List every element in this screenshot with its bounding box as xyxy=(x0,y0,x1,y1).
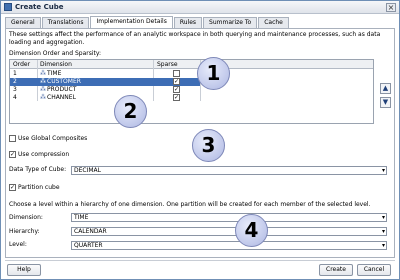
tab-cache[interactable]: Cache xyxy=(258,17,289,28)
dimension-icon: ⁂ xyxy=(40,77,46,85)
table-row[interactable]: 3 ⁂PRODUCT ✓ xyxy=(10,86,200,94)
window-title: Create Cube xyxy=(15,3,64,11)
dimension-icon: ⁂ xyxy=(40,93,46,101)
app-icon xyxy=(4,3,12,11)
order-cell: 2 xyxy=(13,78,17,85)
title-bar: Create Cube × xyxy=(1,1,399,14)
dimension-name: CHANNEL xyxy=(47,94,76,101)
create-button[interactable]: Create xyxy=(319,264,353,276)
chevron-down-icon: ▾ xyxy=(381,214,385,221)
dimension-cell: ⁂TIME xyxy=(40,70,61,78)
hierarchy-select[interactable]: CALENDAR ▾ xyxy=(71,227,387,236)
table-row-selected[interactable]: 2 ⁂CUSTOMER ✓ xyxy=(10,78,200,86)
dimension-name: TIME xyxy=(47,70,62,77)
partition-label: Partition cube xyxy=(18,184,60,191)
cancel-button[interactable]: Cancel xyxy=(357,264,391,276)
level-select[interactable]: QUARTER ▾ xyxy=(71,241,387,250)
partition-dimension-value: TIME xyxy=(74,214,89,221)
sparse-checkbox[interactable]: ✓ xyxy=(173,94,180,101)
dimension-cell: ⁂PRODUCT xyxy=(40,86,76,94)
chevron-down-icon: ▾ xyxy=(381,167,385,174)
level-label: Level: xyxy=(9,241,27,248)
hierarchy-value: CALENDAR xyxy=(74,228,107,235)
tab-translations[interactable]: Translations xyxy=(41,17,90,28)
sparse-checkbox[interactable] xyxy=(173,70,180,77)
tab-bar: General Translations Implementation Deta… xyxy=(5,16,290,28)
callout-1: 1 xyxy=(197,57,230,90)
data-type-select[interactable]: DECIMAL ▾ xyxy=(71,166,387,175)
column-sparse[interactable]: Sparse xyxy=(157,61,178,68)
tab-rules[interactable]: Rules xyxy=(173,17,203,28)
partition-checkbox[interactable]: ✓ xyxy=(9,184,16,191)
tab-summarize-to[interactable]: Summarize To xyxy=(203,17,258,28)
chevron-down-icon: ▾ xyxy=(381,242,385,249)
partition-option[interactable]: ✓ Partition cube xyxy=(9,184,60,192)
compression-checkbox[interactable]: ✓ xyxy=(9,151,16,158)
tab-implementation-details[interactable]: Implementation Details xyxy=(90,16,173,28)
table-header: Order Dimension Sparse xyxy=(10,60,373,69)
compression-option[interactable]: ✓ Use compression xyxy=(9,151,69,159)
table-row[interactable]: 1 ⁂TIME xyxy=(10,70,200,78)
callout-3: 3 xyxy=(192,129,225,162)
sparse-checkbox[interactable]: ✓ xyxy=(173,78,180,85)
column-order[interactable]: Order xyxy=(13,61,30,68)
help-button[interactable]: Help xyxy=(7,264,41,276)
sparse-checkbox[interactable]: ✓ xyxy=(173,86,180,93)
close-button[interactable]: × xyxy=(386,3,396,12)
partition-dimension-select[interactable]: TIME ▾ xyxy=(71,213,387,222)
order-cell: 1 xyxy=(13,70,17,77)
chevron-down-icon: ▾ xyxy=(381,228,385,235)
table-row[interactable]: 4 ⁂CHANNEL ✓ xyxy=(10,94,200,102)
move-up-button[interactable]: ▲ xyxy=(380,83,391,94)
callout-2: 2 xyxy=(114,95,147,128)
dimension-label: Dimension: xyxy=(9,214,43,221)
dimension-section-label: Dimension Order and Sparsity: xyxy=(9,50,101,57)
dimension-cell: ⁂CHANNEL xyxy=(40,94,76,102)
create-cube-dialog: Create Cube × General Translations Imple… xyxy=(0,0,400,280)
dimension-name: CUSTOMER xyxy=(47,78,81,85)
move-down-button[interactable]: ▼ xyxy=(380,97,391,108)
order-cell: 4 xyxy=(13,94,17,101)
footer-divider xyxy=(5,260,395,261)
compression-label: Use compression xyxy=(18,151,70,158)
level-value: QUARTER xyxy=(74,242,103,249)
tab-general[interactable]: General xyxy=(5,17,41,28)
dimension-icon: ⁂ xyxy=(40,69,46,77)
global-composites-option[interactable]: Use Global Composites xyxy=(9,135,87,143)
dimension-table: Order Dimension Sparse 1 ⁂TIME 2 ⁂CUSTOM… xyxy=(9,59,374,124)
partition-note: Choose a level within a hierarchy of one… xyxy=(9,201,371,208)
dimension-icon: ⁂ xyxy=(40,85,46,93)
dimension-name: PRODUCT xyxy=(47,86,77,93)
global-composites-label: Use Global Composites xyxy=(18,135,88,142)
settings-description: These settings affect the performance of… xyxy=(9,31,381,46)
data-type-label: Data Type of Cube: xyxy=(9,166,67,173)
hierarchy-label: Hierarchy: xyxy=(9,228,40,235)
column-dimension[interactable]: Dimension xyxy=(40,61,72,68)
data-type-value: DECIMAL xyxy=(74,167,101,174)
callout-4: 4 xyxy=(235,214,268,247)
dimension-cell: ⁂CUSTOMER xyxy=(40,78,81,86)
global-composites-checkbox[interactable] xyxy=(9,135,16,142)
order-cell: 3 xyxy=(13,86,17,93)
